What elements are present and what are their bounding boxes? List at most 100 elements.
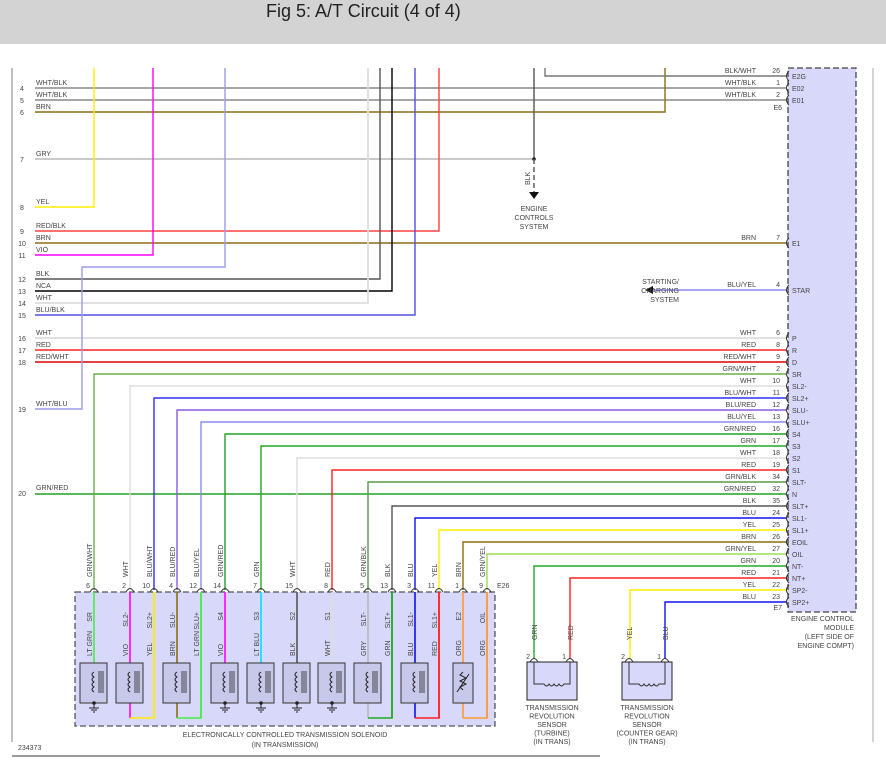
sensor-wire-color-label: YEL xyxy=(627,627,634,640)
ecm-pin-name: SLT+ xyxy=(792,504,808,511)
left-wire-color-label: BRN xyxy=(36,235,51,242)
ecm-pin-name: N xyxy=(792,492,797,499)
solenoid-pin-number: 1 xyxy=(455,583,459,590)
sensor-wire-color-label: RED xyxy=(568,625,575,640)
ecm-pin-number: 27 xyxy=(772,546,780,553)
ecm-pin-number: 16 xyxy=(772,426,780,433)
engine-controls-label: CONTROLS xyxy=(515,215,554,222)
left-wire-color-label: RED xyxy=(36,342,51,349)
ecm-pin-number: 18 xyxy=(772,450,780,457)
left-pin-number: 14 xyxy=(18,301,26,308)
left-pin-number: 15 xyxy=(18,313,26,320)
engine-controls-label: ENGINE xyxy=(521,206,548,213)
solenoid-wire-color-label: WHT xyxy=(290,560,297,577)
wire-ecm-SLT- xyxy=(367,481,786,590)
ecm-pin-number: 32 xyxy=(772,486,780,493)
ecm-pin-number: 4 xyxy=(776,282,780,289)
sensor-pin-number: 2 xyxy=(526,654,530,661)
solenoid-pin-name: SLU+ xyxy=(194,612,201,630)
sensor-pin-number: 1 xyxy=(562,654,566,661)
wire-left-pin-8 xyxy=(35,68,95,208)
ecm-pin-number: 22 xyxy=(772,582,780,589)
ecm-wire-color-label: BRN xyxy=(741,235,756,242)
ecm-pin-number: 20 xyxy=(772,558,780,565)
solenoid-label: ELECTRONICALLY CONTROLLED TRANSMISSION S… xyxy=(183,732,388,739)
ecm-pin-name: SL2+ xyxy=(792,396,809,403)
solenoid-internal-color-label: ORG xyxy=(480,640,487,656)
ecm-pin-name: S3 xyxy=(792,444,801,451)
left-pin-number: 10 xyxy=(18,241,26,248)
ecm-wire-color-label: YEL xyxy=(743,522,756,529)
solenoid-pin-number: 7 xyxy=(253,583,257,590)
connector-e7-label: E7 xyxy=(773,605,782,612)
ecm-pin-name: SL2- xyxy=(792,384,807,391)
ecm-pin-name: E02 xyxy=(792,86,805,93)
connector-terminal-icon xyxy=(529,658,539,663)
ecm-wire-color-label: GRN/RED xyxy=(724,426,756,433)
solenoid-wire-color-label: RED xyxy=(325,562,332,577)
ecm-wire-color-label: GRN/WHT xyxy=(723,366,757,373)
ecm-pin-number: 13 xyxy=(772,414,780,421)
sensor-label: SENSOR xyxy=(632,722,662,729)
solenoid-pin-name: OIL xyxy=(480,612,487,623)
engine-controls-wire-label: BLK xyxy=(525,171,532,185)
left-pin-number: 20 xyxy=(18,491,26,498)
solenoid-internal-color-label: YEL xyxy=(147,643,154,656)
ecm-pin-number: 11 xyxy=(773,390,780,397)
ecm-wire-color-label: BLU xyxy=(742,594,756,601)
connector-terminal-icon xyxy=(624,658,634,663)
solenoid-label: (IN TRANSMISSION) xyxy=(252,742,319,749)
solenoid-wire-color-label: GRN/YEL xyxy=(480,546,487,577)
solenoid-wire-color-label: GRN/RED xyxy=(218,545,225,577)
ecm-pin-name: S4 xyxy=(792,432,801,439)
ecm-pin-name: SLU- xyxy=(792,408,809,415)
solenoid-pin-name: S4 xyxy=(218,612,225,621)
ecm-wire-color-label: RED xyxy=(741,342,756,349)
solenoid-wire-color-label: GRN/BLK xyxy=(361,546,368,577)
left-wire-color-label: RED/BLK xyxy=(36,223,66,230)
ecm-pin-name: E2G xyxy=(792,74,806,81)
left-wire-color-label: VIO xyxy=(36,247,49,254)
sensor-label: TRANSMISSION xyxy=(620,705,673,712)
solenoid-internal-color-label: ORG xyxy=(456,640,463,656)
left-pin-number: 7 xyxy=(20,157,24,164)
solenoid-pin-number: 11 xyxy=(428,583,435,590)
left-wire-color-label: WHT/BLK xyxy=(36,80,67,87)
sensor-pin-number: 2 xyxy=(621,654,625,661)
ecm-wire-color-label: WHT/BLK xyxy=(725,80,756,87)
ecm-wire-color-label: RED/WHT xyxy=(723,354,756,361)
ecm-pin-number: 2 xyxy=(776,92,780,99)
solenoid-wire-color-label: BLU/YEL xyxy=(194,548,201,577)
left-wire-color-label: WHT/BLU xyxy=(36,401,68,408)
left-pin-number: 12 xyxy=(18,277,26,284)
ecm-pin-number: 25 xyxy=(772,522,780,529)
solenoid-internal-color-label: VIO xyxy=(218,643,225,656)
ecm-pin-number: 1 xyxy=(776,80,780,87)
solenoid-pin-number: 5 xyxy=(360,583,364,590)
ecm-label: MODULE xyxy=(824,625,854,632)
connector-terminal-icon xyxy=(660,658,670,663)
ecm-wire-color-label: GRN/YEL xyxy=(725,546,756,553)
wire-left-pin-6 xyxy=(35,68,666,113)
sensor-label: (IN TRANS) xyxy=(628,739,665,746)
ecm-pin-number: 9 xyxy=(776,354,780,361)
solenoid-pin-name: SLT- xyxy=(361,611,368,626)
ecm-pin-number: 26 xyxy=(772,68,780,75)
diagram-id-label: 234373 xyxy=(18,745,41,752)
ecm-pin-number: 24 xyxy=(772,510,780,517)
wire-ecm-SL1+ xyxy=(438,529,786,590)
sensor-label: SENSOR xyxy=(537,722,567,729)
wire-ecm-SP2+ xyxy=(664,601,786,659)
ecm-pin-name: P xyxy=(792,336,797,343)
ecm-pin-name: SP2- xyxy=(792,588,808,595)
ecm-label: ENGINE CONTROL xyxy=(791,616,854,623)
solenoid-pin-name: E2 xyxy=(456,612,463,621)
connector-terminal-icon xyxy=(565,658,575,663)
ecm-wire-color-label: GRN xyxy=(740,438,756,445)
ecm-pin-number: 8 xyxy=(776,342,780,349)
sensor-label: (IN TRANS) xyxy=(533,739,570,746)
solenoid-pin-name: S3 xyxy=(254,612,261,621)
left-pin-number: 6 xyxy=(20,110,24,117)
ecm-pin-name: E01 xyxy=(792,98,805,105)
solenoid-pin-number: 10 xyxy=(142,583,150,590)
